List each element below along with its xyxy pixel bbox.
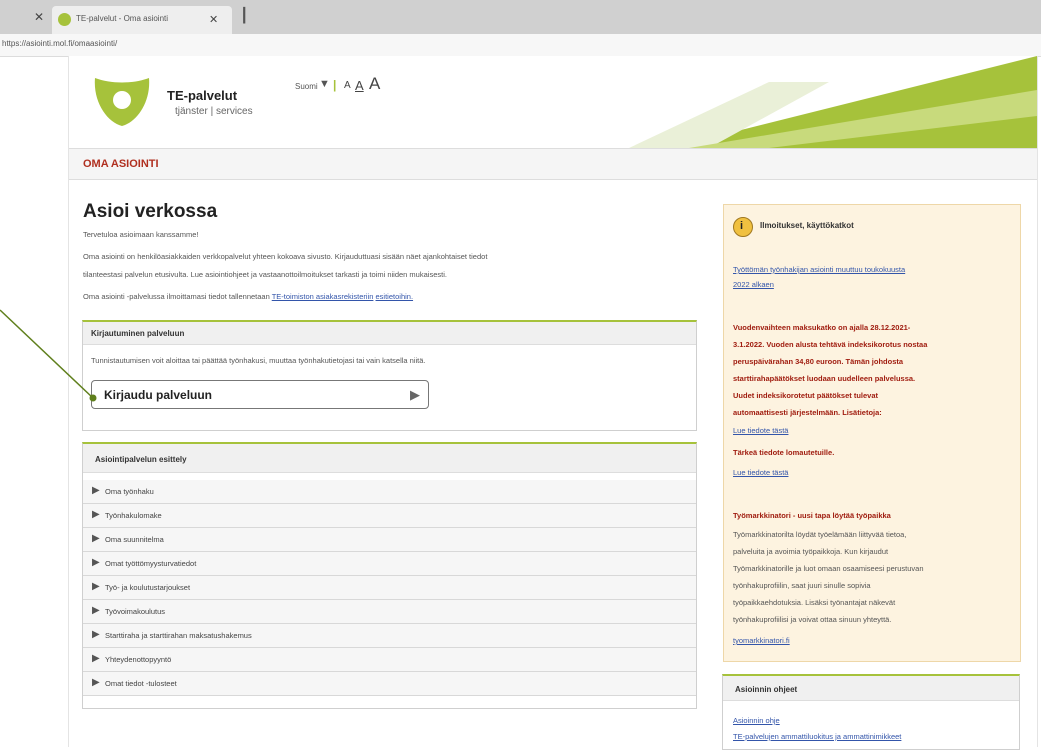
callout-pointer	[0, 309, 97, 402]
